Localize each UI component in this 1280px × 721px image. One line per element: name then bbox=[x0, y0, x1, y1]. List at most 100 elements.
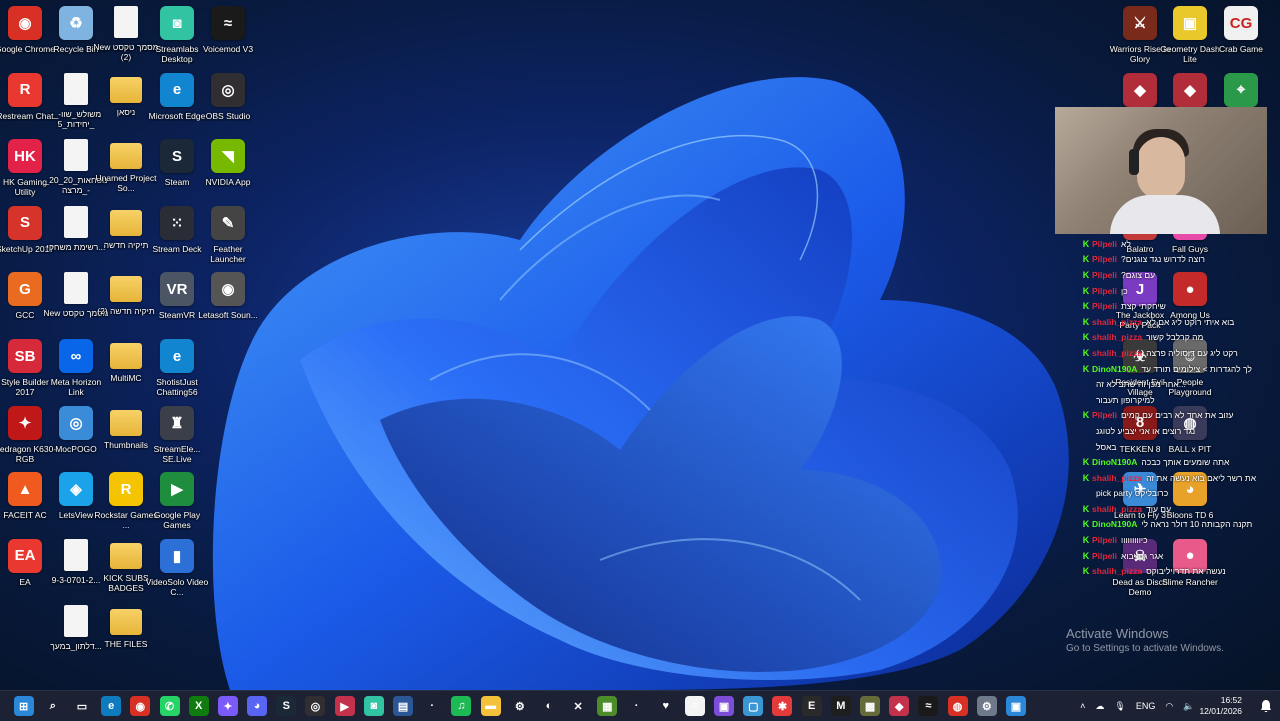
desktop-shortcut[interactable]: ≈ Voicemod V3 bbox=[203, 2, 253, 68]
file-explorer-icon[interactable]: ▬ bbox=[480, 696, 501, 716]
app-icon[interactable]: ▣ bbox=[1005, 696, 1026, 716]
obs-icon[interactable]: ◎ bbox=[305, 696, 326, 716]
media-player-icon[interactable]: ▶ bbox=[334, 696, 355, 716]
chat-username: shalih_pizza bbox=[1092, 316, 1143, 327]
desktop-shortcut[interactable]: ◥ NVIDIA App bbox=[203, 135, 253, 201]
heart-icon[interactable]: ♥ bbox=[656, 696, 676, 716]
wifi-icon[interactable]: ◠ bbox=[1165, 701, 1173, 712]
chat-message: למיקרופון תעבור bbox=[1080, 392, 1278, 408]
chat-username: DinoN190A bbox=[1092, 363, 1138, 374]
desktop-shortcut[interactable]: THE FILES bbox=[101, 601, 151, 667]
kick-badge-icon: K bbox=[1082, 316, 1090, 327]
clock[interactable]: 16:52 12/01/2026 bbox=[1199, 695, 1242, 717]
crab-game-icon: CG bbox=[1224, 6, 1258, 40]
desktop-shortcut[interactable]: ◙ Streamlabs Desktop bbox=[152, 2, 202, 68]
desktop-shortcut[interactable]: ▶ Google Play Games bbox=[152, 468, 202, 534]
discord-icon[interactable]: ◕ bbox=[247, 696, 268, 716]
desktop-shortcut[interactable]: ◎ OBS Studio bbox=[203, 69, 253, 135]
volume-icon[interactable]: 🔈 bbox=[1183, 701, 1194, 712]
app-icon[interactable]: · bbox=[422, 696, 442, 716]
desktop-shortcut[interactable]: S Steam bbox=[152, 135, 202, 201]
antivirus-icon[interactable]: ◆ bbox=[889, 696, 910, 716]
desktop-shortcut[interactable]: משולש_שוו-_-_יחידות_5 bbox=[51, 69, 101, 135]
google-play-games-icon: ▶ bbox=[160, 472, 194, 507]
document-icon bbox=[64, 605, 88, 638]
store-icon[interactable]: ▤ bbox=[393, 696, 414, 716]
desktop-shortcut[interactable]: דלתון_במעך... bbox=[50, 601, 102, 667]
desktop-shortcut[interactable]: e Microsoft Edge bbox=[149, 69, 205, 135]
desktop-shortcut[interactable]: ▲ FACEIT AC bbox=[0, 468, 50, 534]
desktop-shortcut[interactable]: S SketchUp 2017 bbox=[0, 202, 54, 268]
gcc-icon[interactable]: ◍ bbox=[947, 696, 968, 716]
language-indicator[interactable]: ENG bbox=[1136, 701, 1156, 711]
epic-games-icon[interactable]: E bbox=[801, 696, 822, 716]
rockstar-icon[interactable]: ✱ bbox=[772, 696, 793, 716]
xbox-icon[interactable]: X bbox=[188, 696, 209, 716]
desktop-shortcut[interactable]: ◎ MocPOGO bbox=[51, 402, 101, 468]
desktop-shortcut[interactable]: ניסאן bbox=[101, 69, 151, 135]
notepad-icon[interactable]: ≡ bbox=[684, 696, 705, 716]
desktop-shortcut[interactable]: e ShotistJust Chatting56 bbox=[152, 335, 202, 401]
app-icon[interactable]: M bbox=[830, 696, 851, 716]
desktop-shortcut[interactable]: ∞ Meta Horizon Link bbox=[51, 335, 101, 401]
redragon-icon: ✦ bbox=[8, 405, 42, 440]
settings-icon[interactable]: ⚙ bbox=[510, 696, 530, 716]
desktop-shortcut[interactable]: G GCC bbox=[0, 268, 50, 334]
desktop-shortcut[interactable]: CG Crab Game bbox=[1216, 2, 1266, 68]
streamlabs-icon[interactable]: ◙ bbox=[363, 696, 384, 716]
chat-text: נגד רוצים או אני יצביע לטוגנ bbox=[1096, 425, 1196, 436]
chat-username: Pilpeli bbox=[1092, 238, 1118, 249]
spotify-icon[interactable]: ♫ bbox=[451, 696, 472, 716]
task-view-icon[interactable]: ▭ bbox=[72, 696, 92, 716]
cloud-icon[interactable]: ☁ bbox=[1095, 701, 1104, 712]
desktop-shortcut[interactable]: ◉ Letasoft Soun... bbox=[198, 268, 258, 334]
chat-text: אתה שומעים אותך כבכה bbox=[1141, 457, 1230, 468]
chat-username: shalih_pizza bbox=[1092, 503, 1143, 514]
warriors-icon: ⚔ bbox=[1123, 6, 1157, 40]
chat-username: Pilpeli bbox=[1092, 254, 1118, 265]
desktop-shortcut[interactable]: רשימת משחקי... bbox=[47, 202, 105, 268]
desktop-shortcut[interactable]: New מסמך טקסט bbox=[43, 268, 109, 334]
app-icon[interactable]: ▢ bbox=[743, 696, 764, 716]
microphone-icon[interactable]: 🎙 bbox=[1114, 701, 1125, 712]
desktop-shortcut-label: Crab Game bbox=[1219, 44, 1263, 54]
desktop-shortcut[interactable]: Unamed Project So... bbox=[96, 135, 156, 201]
desktop-shortcut[interactable]: ◉ Google Chrome bbox=[0, 2, 55, 68]
app-icon[interactable]: · bbox=[627, 696, 647, 716]
document-icon bbox=[64, 272, 88, 305]
clipchamp-icon[interactable]: ▣ bbox=[714, 696, 735, 716]
search-icon[interactable]: ⌕ bbox=[43, 696, 63, 716]
desktop-shortcut[interactable]: VR SteamVR bbox=[152, 268, 202, 334]
desktop-shortcut[interactable]: ✦ Redragon K630-RGB bbox=[0, 402, 56, 468]
kick-badge-icon: K bbox=[1082, 254, 1090, 265]
gallery-icon[interactable]: ▩ bbox=[860, 696, 881, 716]
gcc-icon: G bbox=[8, 272, 42, 307]
chevron-up-icon[interactable]: ˄ bbox=[1080, 701, 1085, 711]
chat-username: Pilpeli bbox=[1092, 550, 1118, 561]
steam-icon[interactable]: S bbox=[276, 696, 297, 716]
desktop-shortcut[interactable]: EA EA bbox=[0, 535, 50, 601]
restream-icon: R bbox=[8, 72, 42, 107]
desktop-shortcut[interactable]: ▮ VideoSolo Video C... bbox=[146, 535, 208, 601]
chrome-icon[interactable]: ◉ bbox=[130, 696, 151, 716]
kick-badge-icon: K bbox=[1082, 269, 1090, 280]
desktop-shortcut[interactable]: ▣ Geometry Dash Lite bbox=[1160, 2, 1220, 68]
capcut-icon[interactable]: ✕ bbox=[568, 696, 588, 716]
camera-icon[interactable]: ◐ bbox=[539, 696, 559, 716]
chat-username: shalih_pizza bbox=[1092, 472, 1143, 483]
minecraft-icon[interactable]: ▦ bbox=[597, 696, 618, 716]
desktop-shortcut[interactable]: תיקיה חדשה bbox=[101, 202, 151, 268]
settings-gear-icon[interactable]: ⚙ bbox=[976, 696, 997, 716]
edge-icon[interactable]: e bbox=[101, 696, 122, 716]
chat-message: נגד רוצים או אני יצביע לטוגנ bbox=[1080, 423, 1278, 439]
desktop-shortcut[interactable]: תיקיה חדשה (2) bbox=[97, 268, 155, 334]
voicemod-icon[interactable]: ≈ bbox=[918, 696, 939, 716]
start-icon[interactable]: ⊞ bbox=[13, 696, 34, 716]
copilot-icon[interactable]: ✦ bbox=[217, 696, 238, 716]
ea-icon: EA bbox=[8, 538, 42, 573]
whatsapp-icon[interactable]: ✆ bbox=[159, 696, 180, 716]
chat-message: Kshalih_pizza מה קרלבל קשור bbox=[1080, 330, 1278, 346]
desktop-shortcut[interactable]: ✎ Feather Launcher bbox=[203, 202, 253, 268]
desktop-shortcut[interactable]: ♜ StreamEle... SE.Live bbox=[152, 402, 202, 468]
notification-bell-icon[interactable] bbox=[1260, 699, 1272, 713]
